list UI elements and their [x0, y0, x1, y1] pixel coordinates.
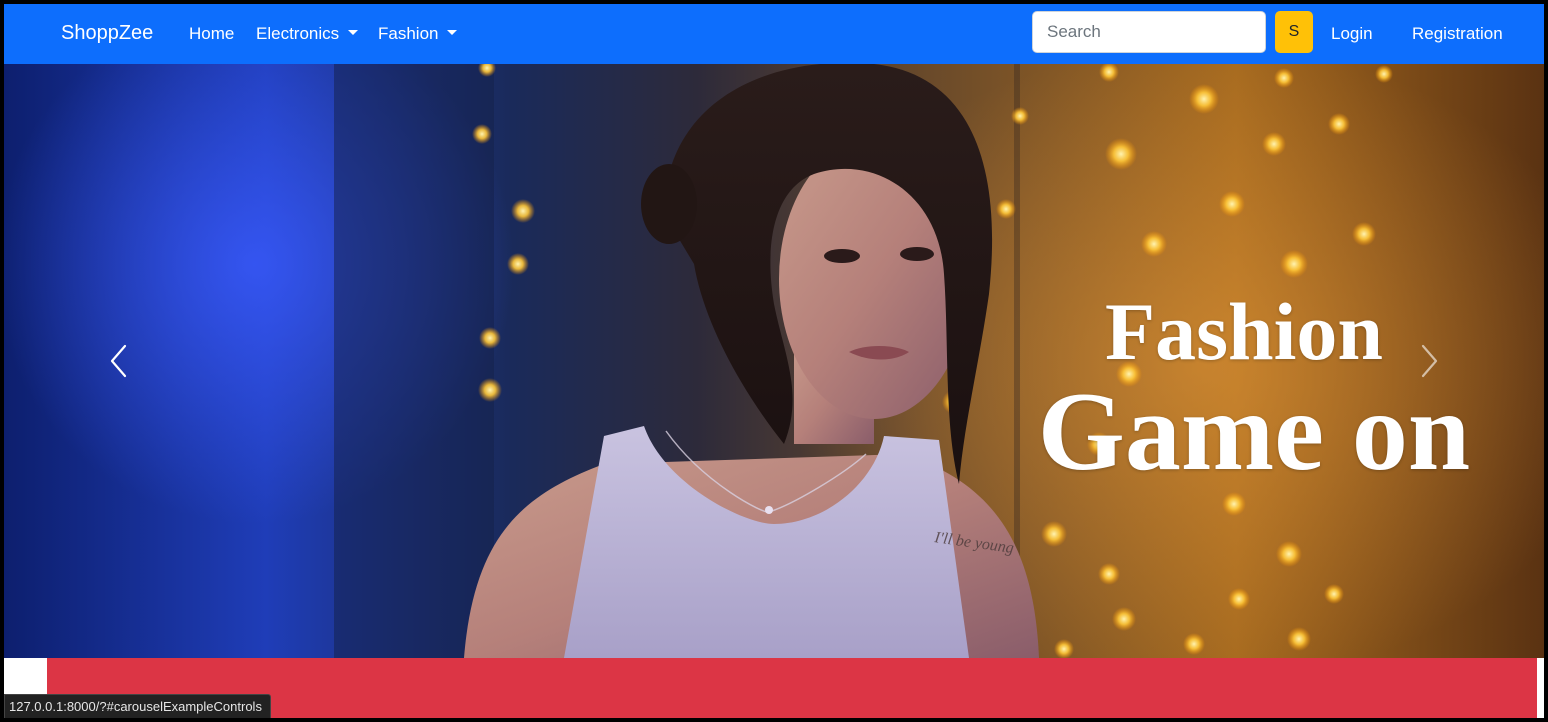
nav-dropdown-fashion[interactable]: Fashion: [378, 23, 458, 45]
caret-down-icon: [348, 30, 359, 36]
login-link[interactable]: Login: [1331, 23, 1373, 45]
search-button[interactable]: S: [1275, 11, 1313, 53]
nav-link-home[interactable]: Home: [189, 23, 234, 45]
chevron-left-icon: [110, 344, 127, 378]
nav-dropdown-electronics-label: Electronics: [256, 24, 340, 43]
top-navbar: ShoppZee Home Electronics Fashion S Logi…: [4, 4, 1544, 64]
hero-carousel: I'll be young Fashion Game on: [4, 64, 1544, 658]
chevron-right-icon: [1421, 344, 1438, 378]
carousel-next-button[interactable]: [1314, 64, 1544, 658]
carousel-prev-button[interactable]: [4, 64, 234, 658]
brand-link[interactable]: ShoppZee: [61, 21, 153, 45]
caret-down-icon: [447, 30, 458, 36]
nav-dropdown-electronics[interactable]: Electronics: [256, 23, 359, 45]
search-input[interactable]: [1032, 11, 1266, 53]
nav-dropdown-fashion-label: Fashion: [378, 24, 439, 43]
registration-link[interactable]: Registration: [1412, 23, 1503, 45]
browser-status-url: 127.0.0.1:8000/?#carouselExampleControls: [4, 694, 271, 718]
browser-viewport: ShoppZee Home Electronics Fashion S Logi…: [4, 4, 1544, 718]
